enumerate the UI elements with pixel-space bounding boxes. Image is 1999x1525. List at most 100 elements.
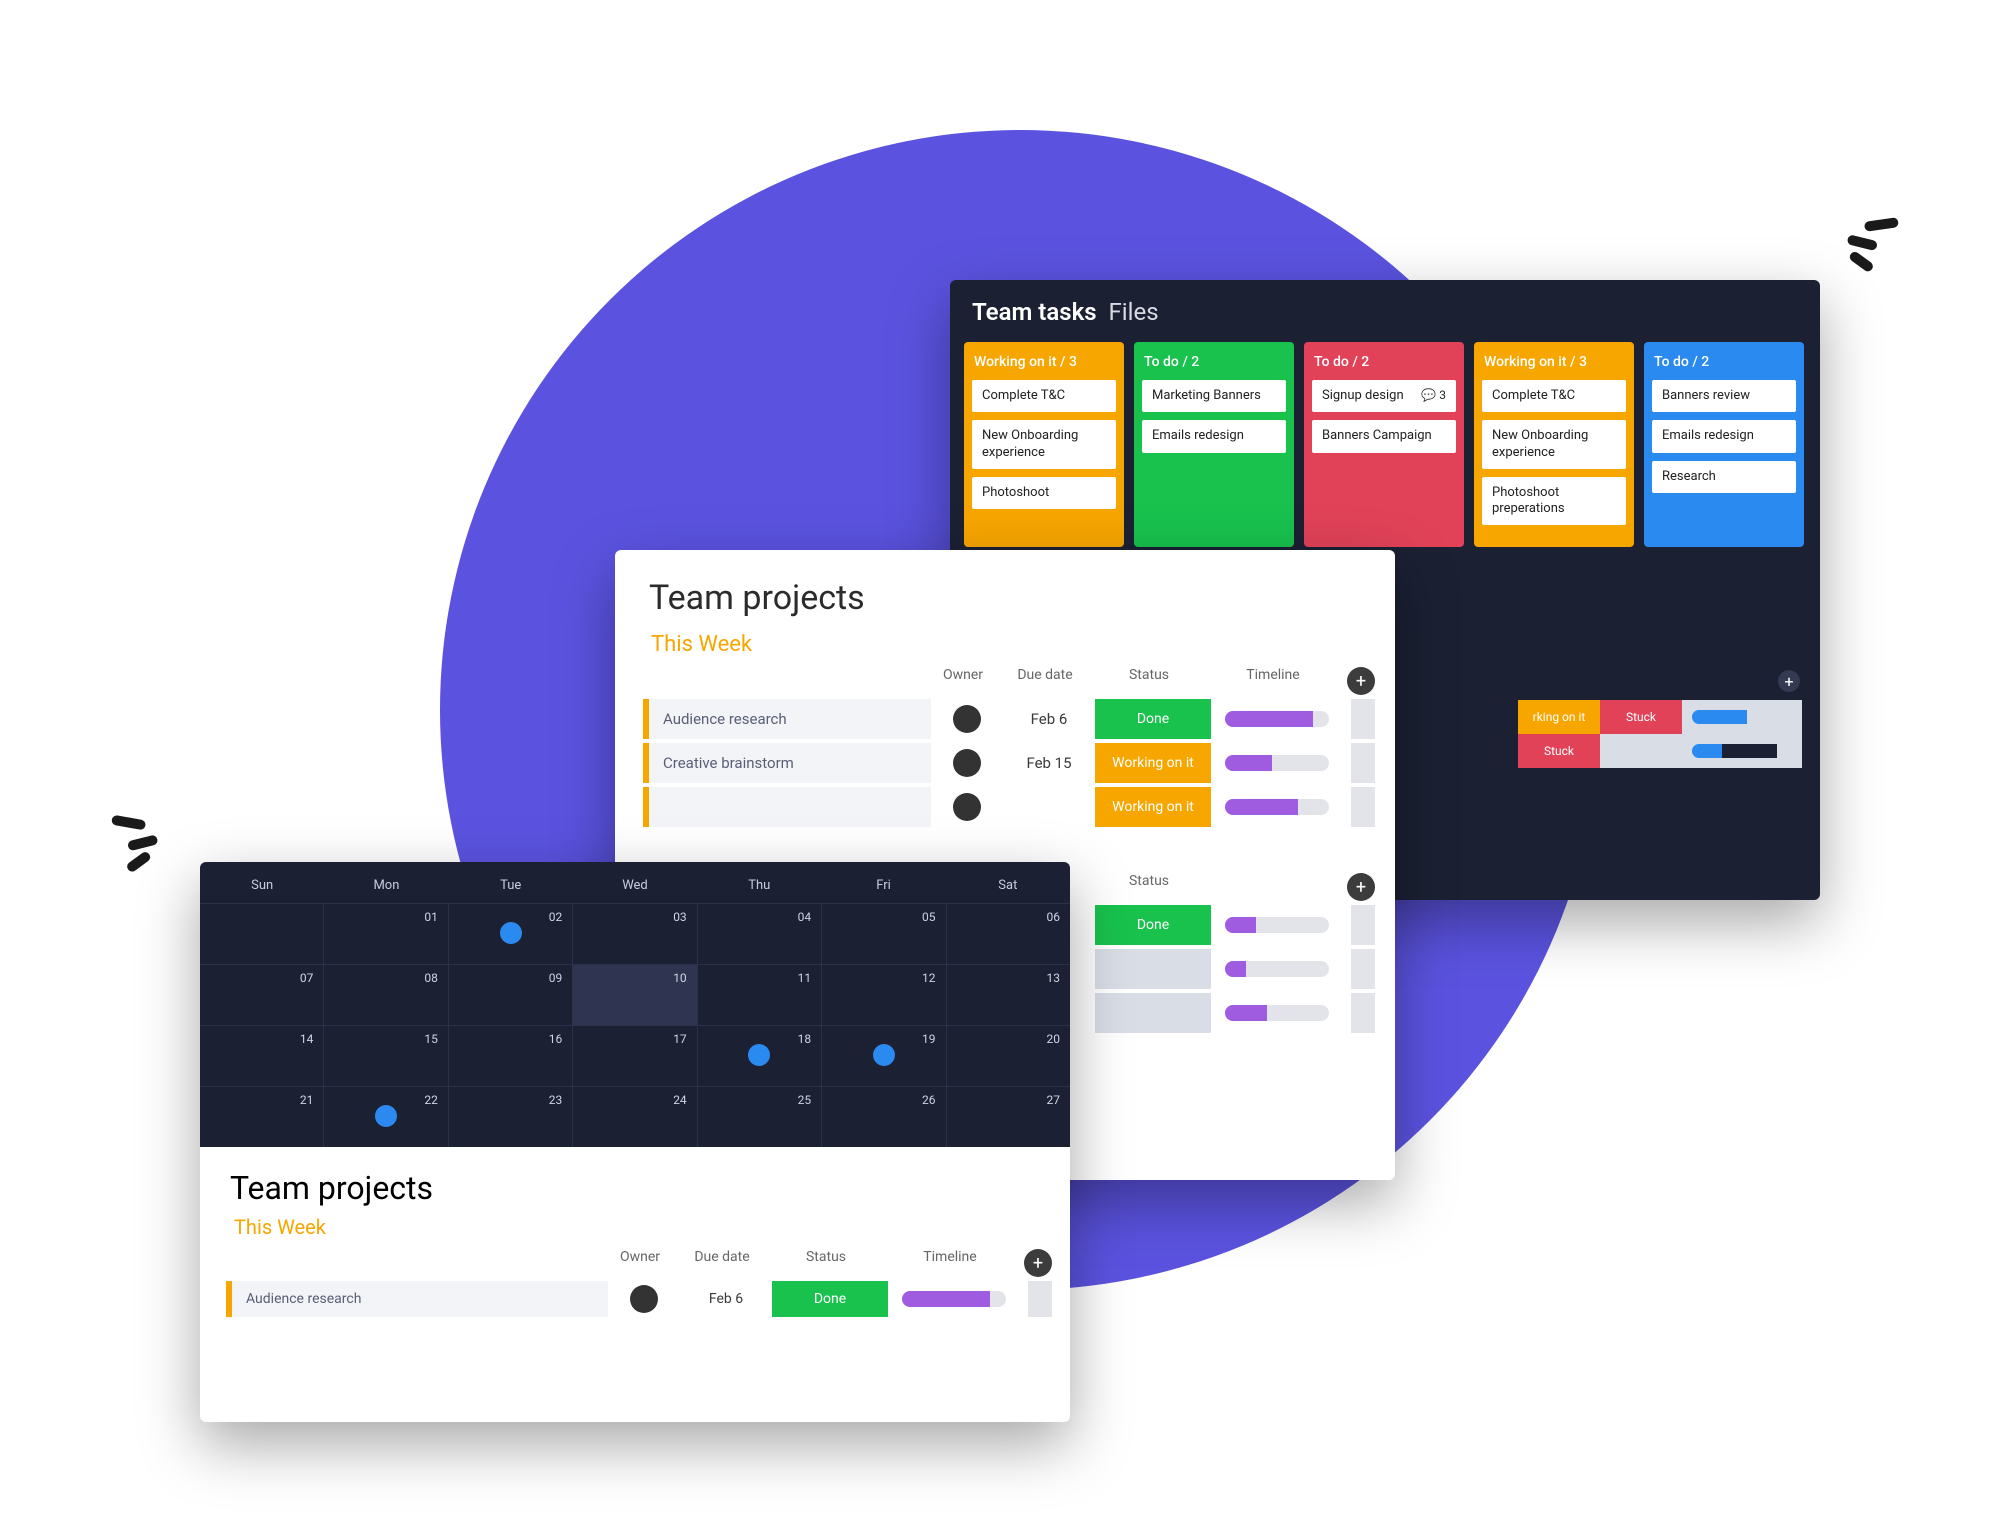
col-owner: Owner	[927, 667, 999, 695]
calendar-day-cell[interactable]: 27	[947, 1087, 1070, 1147]
calendar-day-cell[interactable]: 04	[698, 904, 822, 964]
avatar[interactable]	[953, 749, 981, 777]
calendar-day-cell[interactable]: 07	[200, 965, 324, 1025]
calendar-day-cell[interactable]: 06	[947, 904, 1070, 964]
status-badge[interactable]: Done	[772, 1281, 888, 1317]
kanban-card[interactable]: Emails redesign	[1142, 420, 1286, 452]
kanban-column[interactable]: To do / 2Banners reviewEmails redesignRe…	[1644, 342, 1804, 547]
avatar[interactable]	[630, 1285, 658, 1313]
timeline-cell[interactable]	[1211, 799, 1343, 815]
kanban-card[interactable]: New Onboarding experience	[972, 420, 1116, 469]
kanban-card[interactable]: Complete T&C	[972, 380, 1116, 412]
owner-cell[interactable]	[931, 793, 1003, 821]
calendar-day-cell[interactable]: 19	[822, 1026, 946, 1086]
kanban-column[interactable]: Working on it / 3Complete T&CNew Onboard…	[1474, 342, 1634, 547]
group-title-this-week[interactable]: This Week	[226, 1215, 1052, 1239]
kanban-card[interactable]: Marketing Banners	[1142, 380, 1286, 412]
task-name[interactable]	[649, 787, 931, 827]
kanban-card[interactable]: Banners Campaign	[1312, 420, 1456, 452]
calendar-day-cell[interactable]: 24	[573, 1087, 697, 1147]
kanban-column[interactable]: To do / 2Signup design💬 3 Banners Campaig…	[1304, 342, 1464, 547]
calendar-day-cell[interactable]: 08	[324, 965, 448, 1025]
calendar-day-cell[interactable]: 21	[200, 1087, 324, 1147]
timeline-cell[interactable]	[1211, 711, 1343, 727]
avatar[interactable]	[953, 705, 981, 733]
due-date[interactable]: Feb 6	[680, 1291, 772, 1307]
add-column-button[interactable]: +	[1778, 670, 1800, 692]
status-badge[interactable]: Working on it	[1095, 743, 1211, 783]
calendar-day-cell[interactable]: 26	[822, 1087, 946, 1147]
timeline-cell[interactable]	[1211, 755, 1343, 771]
kanban-column-title: To do / 2	[1312, 350, 1456, 380]
timeline-cell[interactable]	[1211, 961, 1343, 977]
task-name[interactable]: Audience research	[232, 1281, 608, 1317]
status-badge[interactable]: Stuck	[1518, 734, 1600, 768]
table-row[interactable]: Audience research Feb 6Done	[226, 1281, 1052, 1317]
calendar-day-cell[interactable]: 11	[698, 965, 822, 1025]
kanban-card[interactable]: Complete T&C	[1482, 380, 1626, 412]
status-badge[interactable]: Done	[1095, 699, 1211, 739]
table-row[interactable]: Working on it	[643, 787, 1375, 827]
status-badge[interactable]: Stuck	[1600, 700, 1682, 734]
add-column-button[interactable]: +	[1347, 667, 1375, 695]
task-name[interactable]: Audience research	[649, 699, 931, 739]
kanban-card[interactable]: Banners review	[1652, 380, 1796, 412]
kanban-card[interactable]: Photoshoot preperations	[1482, 477, 1626, 526]
calendar-day-cell[interactable]: 14	[200, 1026, 324, 1086]
status-badge[interactable]: Done	[1095, 905, 1211, 945]
calendar-day-cell[interactable]: 25	[698, 1087, 822, 1147]
calendar-day-cell[interactable]: 15	[324, 1026, 448, 1086]
timeline-cell[interactable]	[1211, 1005, 1343, 1021]
calendar-day-cell[interactable]: 02	[449, 904, 573, 964]
group-title-this-week[interactable]: This Week	[643, 632, 1375, 657]
calendar-day-cell[interactable]: 13	[947, 965, 1070, 1025]
calendar-day-cell[interactable]: 18	[698, 1026, 822, 1086]
status-badge[interactable]: rking on it	[1518, 700, 1600, 734]
timeline-cell[interactable]	[1211, 917, 1343, 933]
kanban-card[interactable]: New Onboarding experience	[1482, 420, 1626, 469]
kanban-card[interactable]: Photoshoot	[972, 477, 1116, 509]
avatar[interactable]	[953, 793, 981, 821]
calendar-day-cell[interactable]: 17	[573, 1026, 697, 1086]
calendar-day-cell[interactable]: 12	[822, 965, 946, 1025]
due-date[interactable]: Feb 15	[1003, 754, 1095, 772]
calendar-day-cell[interactable]: 05	[822, 904, 946, 964]
timeline-cell[interactable]	[888, 1291, 1020, 1307]
owner-cell[interactable]	[931, 705, 1003, 733]
calendar-event-dot[interactable]	[748, 1044, 770, 1066]
kanban-card[interactable]: Signup design💬 3	[1312, 380, 1456, 412]
table-row[interactable]: Audience research Feb 6Done	[643, 699, 1375, 739]
kanban-column[interactable]: To do / 2Marketing BannersEmails redesig…	[1134, 342, 1294, 547]
calendar-day-cell[interactable]	[200, 904, 324, 964]
calendar-day-cell[interactable]: 20	[947, 1026, 1070, 1086]
status-badge[interactable]: Working on it	[1095, 787, 1211, 827]
calendar-day-header: Fri	[821, 862, 945, 903]
calendar-day-cell[interactable]: 10	[573, 965, 697, 1025]
calendar-event-dot[interactable]	[873, 1044, 895, 1066]
kanban-card[interactable]: Research	[1652, 461, 1796, 493]
calendar-day-cell[interactable]: 22	[324, 1087, 448, 1147]
comment-count-icon[interactable]: 💬 3	[1421, 388, 1446, 403]
calendar-day-cell[interactable]: 03	[573, 904, 697, 964]
status-badge[interactable]	[1095, 993, 1211, 1033]
calendar-day-cell[interactable]: 16	[449, 1026, 573, 1086]
task-name[interactable]: Creative brainstorm	[649, 743, 931, 783]
calendar-event-dot[interactable]	[375, 1105, 397, 1127]
kanban-column[interactable]: Working on it / 3Complete T&CNew Onboard…	[964, 342, 1124, 547]
status-badge[interactable]	[1095, 949, 1211, 989]
col-due-date: Due date	[999, 667, 1091, 695]
due-date[interactable]: Feb 6	[1003, 710, 1095, 728]
calendar-day-cell[interactable]: 23	[449, 1087, 573, 1147]
add-column-button[interactable]: +	[1347, 873, 1375, 901]
add-column-button[interactable]: +	[1024, 1249, 1052, 1277]
summary-row: Stuck	[1518, 734, 1802, 768]
owner-cell[interactable]	[931, 749, 1003, 777]
kanban-card[interactable]: Emails redesign	[1652, 420, 1796, 452]
calendar-event-dot[interactable]	[500, 922, 522, 944]
owner-cell[interactable]	[608, 1285, 680, 1313]
calendar-day-cell[interactable]: 09	[449, 965, 573, 1025]
kanban-tab-files[interactable]: Files	[1109, 298, 1159, 326]
calendar-day-cell[interactable]: 01	[324, 904, 448, 964]
kanban-title[interactable]: Team tasks	[972, 298, 1097, 326]
table-row[interactable]: Creative brainstorm Feb 15Working on it	[643, 743, 1375, 783]
